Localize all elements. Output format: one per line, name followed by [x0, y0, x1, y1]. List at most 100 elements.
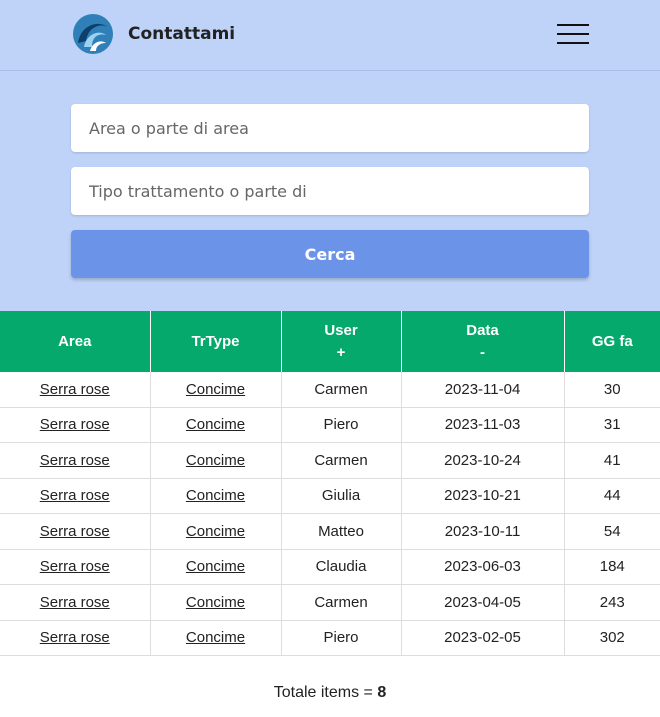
cell-area-link[interactable]: Serra rose [40, 416, 110, 433]
table-cell: Concime [150, 513, 282, 550]
column-label: GG fa [591, 332, 633, 350]
table-cell: Carmen [281, 372, 402, 408]
table-row: Serra rose Concime Carmen 2023-10-24 41 [0, 442, 660, 479]
table-row: Serra rose Concime Piero 2023-02-05 302 [0, 620, 660, 656]
cell-user: Claudia [315, 558, 367, 576]
sort-indicator[interactable]: - [480, 344, 485, 361]
table-cell: 2023-10-11 [401, 513, 565, 550]
column-label: User [324, 321, 358, 339]
column-label: TrType [191, 332, 240, 350]
table-cell: 54 [564, 513, 660, 550]
table-cell: Serra rose [0, 620, 151, 656]
column-label: Data [466, 321, 499, 339]
column-header-data[interactable]: Data - [401, 311, 565, 372]
table-cell: Serra rose [0, 407, 151, 443]
cell-days: 243 [599, 593, 625, 611]
table-cell: 2023-10-24 [401, 442, 565, 479]
table-cell: Serra rose [0, 549, 151, 585]
cell-days: 184 [599, 558, 625, 576]
brand[interactable]: Contattami [72, 13, 235, 55]
total-label: Totale items = [273, 684, 373, 701]
table-cell: Giulia [281, 478, 402, 514]
cell-type-link[interactable]: Concime [186, 452, 245, 469]
table-cell: Concime [150, 620, 282, 656]
table-cell: Carmen [281, 584, 402, 621]
wave-logo-icon [73, 14, 113, 54]
cell-area-link[interactable]: Serra rose [40, 629, 110, 646]
cell-user: Piero [323, 629, 359, 647]
table-row: Serra rose Concime Matteo 2023-10-11 54 [0, 513, 660, 550]
table-cell: 2023-10-21 [401, 478, 565, 514]
cell-days: 31 [603, 416, 621, 434]
cell-area-link[interactable]: Serra rose [40, 558, 110, 575]
table-row: Serra rose Concime Carmen 2023-11-04 30 [0, 372, 660, 408]
table-row: Serra rose Concime Giulia 2023-10-21 44 [0, 478, 660, 514]
top-navbar: Contattami [0, 0, 660, 71]
cell-type-link[interactable]: Concime [186, 594, 245, 611]
cell-area-link[interactable]: Serra rose [40, 452, 110, 469]
table-cell: 2023-02-05 [401, 620, 565, 656]
cell-area-link[interactable]: Serra rose [40, 594, 110, 611]
cell-days: 54 [603, 522, 621, 540]
table-cell: Serra rose [0, 442, 151, 479]
table-cell: 243 [564, 584, 660, 621]
table-cell: 30 [564, 372, 660, 408]
table-cell: Matteo [281, 513, 402, 550]
cell-area-link[interactable]: Serra rose [40, 381, 110, 398]
cell-user: Carmen [314, 451, 368, 469]
hamburger-menu-icon[interactable] [557, 24, 589, 46]
cell-type-link[interactable]: Concime [186, 629, 245, 646]
cell-area-link[interactable]: Serra rose [40, 523, 110, 540]
cell-date: 2023-10-24 [444, 451, 521, 469]
cell-date: 2023-06-03 [444, 558, 521, 576]
table-header-row: Area TrType User + Data - GG fa [0, 311, 660, 372]
cell-date: 2023-04-05 [444, 593, 521, 611]
table-cell: 184 [564, 549, 660, 585]
column-label: Area [58, 332, 92, 350]
table-cell: Concime [150, 407, 282, 443]
total-items: Totale items = 8 [0, 684, 660, 702]
table-cell: 2023-06-03 [401, 549, 565, 585]
table-cell: Concime [150, 549, 282, 585]
table-cell: Piero [281, 620, 402, 656]
table-cell: Carmen [281, 442, 402, 479]
search-button[interactable]: Cerca [71, 230, 589, 278]
cell-user: Carmen [314, 593, 368, 611]
table-cell: Concime [150, 478, 282, 514]
table-cell: 44 [564, 478, 660, 514]
column-header-gg-fa[interactable]: GG fa [564, 311, 660, 372]
table-row: Serra rose Concime Carmen 2023-04-05 243 [0, 584, 660, 621]
cell-user: Matteo [318, 522, 364, 540]
table-cell: 2023-04-05 [401, 584, 565, 621]
cell-date: 2023-10-11 [444, 522, 521, 540]
column-header-user[interactable]: User + [281, 311, 402, 372]
table-cell: 31 [564, 407, 660, 443]
cell-user: Carmen [314, 380, 368, 398]
cell-type-link[interactable]: Concime [186, 558, 245, 575]
cell-date: 2023-10-21 [444, 487, 521, 505]
cell-days: 302 [599, 629, 625, 647]
sort-indicator[interactable]: + [337, 344, 346, 361]
cell-type-link[interactable]: Concime [186, 381, 245, 398]
table-cell: Piero [281, 407, 402, 443]
cell-type-link[interactable]: Concime [186, 487, 245, 504]
table-row: Serra rose Concime Claudia 2023-06-03 184 [0, 549, 660, 585]
cell-date: 2023-11-03 [444, 416, 521, 434]
table-cell: 2023-11-04 [401, 372, 565, 408]
table-body: Serra rose Concime Carmen 2023-11-04 30 Serra… [0, 372, 660, 656]
column-header-trtype[interactable]: TrType [150, 311, 282, 372]
cell-date: 2023-11-04 [444, 380, 521, 398]
total-count: 8 [377, 684, 387, 701]
area-search-input[interactable] [71, 104, 589, 152]
table-cell: 302 [564, 620, 660, 656]
cell-type-link[interactable]: Concime [186, 416, 245, 433]
cell-area-link[interactable]: Serra rose [40, 487, 110, 504]
search-panel: Cerca [0, 71, 660, 311]
table-cell: Serra rose [0, 478, 151, 514]
cell-user: Piero [323, 416, 359, 434]
cell-type-link[interactable]: Concime [186, 523, 245, 540]
treatment-type-search-input[interactable] [71, 167, 589, 215]
table-row: Serra rose Concime Piero 2023-11-03 31 [0, 407, 660, 443]
results-table: Area TrType User + Data - GG fa Serra rose… [0, 311, 660, 656]
column-header-area[interactable]: Area [0, 311, 151, 372]
